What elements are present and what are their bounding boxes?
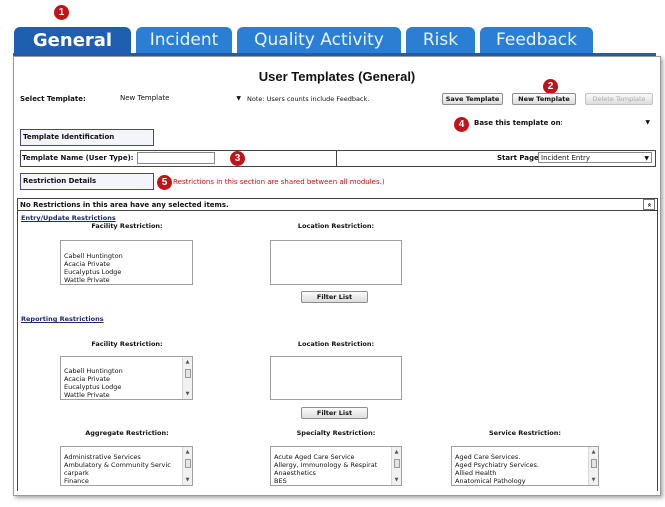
- scrollbar[interactable]: ▲ ▼: [182, 357, 192, 399]
- scroll-down-icon[interactable]: ▼: [183, 390, 192, 398]
- list-item[interactable]: Allergy, Immunology & Respirat: [274, 461, 398, 469]
- scroll-thumb[interactable]: [185, 459, 191, 468]
- scrollbar[interactable]: ▲ ▼: [391, 447, 401, 485]
- list-item[interactable]: Aged Psychiatry Services.: [455, 461, 595, 469]
- list-item[interactable]: Cabell Huntington: [64, 367, 189, 375]
- page-title: User Templates (General): [258, 69, 416, 84]
- list-item[interactable]: Aged Care Services.: [455, 453, 595, 461]
- callout-5: 5: [157, 175, 172, 190]
- start-page-label: Start Page:: [497, 154, 542, 162]
- list-item[interactable]: Cabell Huntington: [64, 252, 189, 260]
- reporting-location-label: Location Restriction:: [297, 340, 375, 348]
- start-page-value: Incident Entry: [541, 154, 591, 162]
- callout-4: 4: [454, 117, 469, 132]
- scroll-up-icon[interactable]: ▲: [183, 358, 192, 366]
- template-identification-header: Template Identification: [20, 129, 154, 146]
- scroll-thumb[interactable]: [591, 459, 597, 468]
- scroll-down-icon[interactable]: ▼: [183, 476, 192, 484]
- specialty-restriction-label: Specialty Restriction:: [296, 429, 376, 437]
- aggregate-restriction-label: Aggregate Restriction:: [85, 429, 169, 437]
- scroll-up-icon[interactable]: ▲: [392, 448, 401, 456]
- select-template-label: Select Template:: [20, 95, 86, 103]
- template-name-label: Template Name (User Type):: [22, 154, 134, 162]
- list-item[interactable]: Wattle Private: [64, 276, 189, 284]
- list-item[interactable]: Wattle Private: [64, 391, 189, 399]
- users-count-note: Note: Users counts include Feedback.: [247, 95, 370, 103]
- select-template-value: New Template: [120, 94, 170, 102]
- base-template-label: Base this template on:: [474, 119, 564, 127]
- callout-1: 1: [54, 5, 69, 20]
- list-item[interactable]: Anatomical Pathology: [455, 477, 595, 485]
- delete-template-button: Delete Template: [585, 93, 653, 105]
- list-item[interactable]: Acute Aged Care Service: [274, 453, 398, 461]
- list-item[interactable]: Anaesthetics: [274, 469, 398, 477]
- tab-feedback[interactable]: Feedback: [480, 27, 593, 54]
- tab-incident[interactable]: Incident: [136, 27, 232, 54]
- base-template-dropdown[interactable]: ▼: [562, 117, 652, 128]
- callout-2: 2: [543, 79, 558, 94]
- callout-3: 3: [230, 151, 245, 166]
- reporting-facility-list[interactable]: Cabell Huntington Acacia Private Eucalyp…: [60, 356, 193, 400]
- tab-risk[interactable]: Risk: [406, 27, 475, 54]
- entry-location-label: Location Restriction:: [297, 222, 375, 230]
- entry-facility-list[interactable]: Cabell Huntington Acacia Private Eucalyp…: [60, 240, 193, 285]
- start-page-dropdown[interactable]: Incident Entry ▼: [538, 152, 652, 163]
- reporting-facility-label: Facility Restriction:: [91, 340, 163, 348]
- new-template-button[interactable]: New Template: [512, 93, 576, 105]
- reporting-location-list[interactable]: [270, 356, 402, 400]
- scroll-up-icon[interactable]: ▲: [589, 448, 598, 456]
- scroll-down-icon[interactable]: ▼: [589, 476, 598, 484]
- list-item[interactable]: Eucalyptus Lodge: [64, 268, 189, 276]
- template-panel: User Templates (General) 2 Select Templa…: [13, 56, 661, 496]
- row-divider: [336, 150, 337, 167]
- entry-filter-list-button[interactable]: Filter List: [301, 291, 368, 303]
- collapse-icon: »: [645, 202, 653, 208]
- list-item[interactable]: Acacia Private: [64, 260, 189, 268]
- dropdown-arrow-icon: ▼: [236, 95, 241, 102]
- template-name-input[interactable]: [137, 152, 215, 164]
- reporting-heading: Reporting Restrictions: [21, 315, 104, 323]
- service-restriction-list[interactable]: Aged Care Services. Aged Psychiatry Serv…: [451, 446, 599, 486]
- scroll-down-icon[interactable]: ▼: [392, 476, 401, 484]
- list-item[interactable]: carpark: [64, 469, 189, 477]
- entry-location-list[interactable]: [270, 240, 402, 285]
- list-item[interactable]: Acacia Private: [64, 375, 189, 383]
- collapse-button[interactable]: »: [643, 199, 655, 210]
- scrollbar[interactable]: ▲ ▼: [588, 447, 598, 485]
- scrollbar[interactable]: ▲ ▼: [182, 447, 192, 485]
- save-template-button[interactable]: Save Template: [442, 93, 503, 105]
- entry-facility-label: Facility Restriction:: [91, 222, 163, 230]
- scroll-up-icon[interactable]: ▲: [183, 448, 192, 456]
- scroll-thumb[interactable]: [394, 459, 400, 468]
- list-item[interactable]: Allied Health: [455, 469, 595, 477]
- no-restrictions-text: No Restrictions in this area have any se…: [20, 201, 229, 209]
- list-item[interactable]: Ambulatory & Community Servic: [64, 461, 189, 469]
- aggregate-restriction-list[interactable]: Administrative Services Ambulatory & Com…: [60, 446, 193, 486]
- list-item[interactable]: Finance: [64, 477, 189, 485]
- specialty-restriction-list[interactable]: Acute Aged Care Service Allergy, Immunol…: [270, 446, 402, 486]
- tab-quality-activity[interactable]: Quality Activity: [237, 27, 401, 54]
- list-item[interactable]: BES: [274, 477, 398, 485]
- list-item[interactable]: Administrative Services: [64, 453, 189, 461]
- select-template-dropdown[interactable]: New Template ▼: [118, 93, 243, 104]
- service-restriction-label: Service Restriction:: [489, 429, 561, 437]
- tab-general[interactable]: General: [14, 27, 131, 54]
- reporting-filter-list-button[interactable]: Filter List: [301, 407, 368, 419]
- dropdown-arrow-icon: ▼: [645, 119, 650, 126]
- dropdown-arrow-icon: ▼: [644, 155, 649, 162]
- restriction-shared-note: Restrictions in this section are shared …: [173, 178, 385, 186]
- restriction-details-header: Restriction Details: [20, 173, 154, 190]
- list-item[interactable]: Eucalyptus Lodge: [64, 383, 189, 391]
- scroll-thumb[interactable]: [185, 369, 191, 378]
- entry-update-heading: Entry/Update Restrictions: [21, 214, 116, 222]
